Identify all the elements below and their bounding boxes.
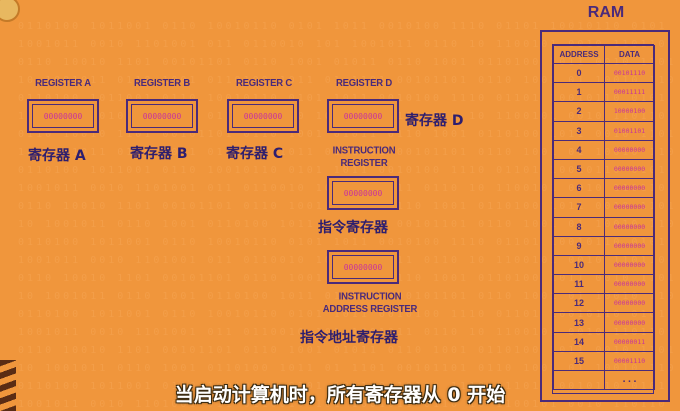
ram-address-cell: 7 (553, 197, 605, 218)
ram-address-cell: 15 (553, 350, 605, 372)
register-d-label: REGISTER D (335, 77, 393, 90)
ram-row: 8 00000000 (553, 216, 655, 237)
ram-address-header: ADDRESS (553, 45, 605, 64)
ram-data-cell: 00000000 (604, 312, 655, 333)
ram-data-cell: 00000000 (604, 216, 655, 237)
ram-row: 7 00000000 (553, 197, 655, 218)
ram-row: 5 00000000 (553, 158, 655, 180)
ram-data-cell: 00000000 (604, 235, 655, 256)
ram-address-cell: 5 (553, 158, 605, 180)
instruction-address-register-label: INSTRUCTION ADDRESS REGISTER (322, 290, 418, 316)
ram-data-cell: 00000000 (604, 139, 655, 160)
ram-data-cell: 00000000 (604, 158, 655, 180)
ram-row: 14 00000011 (553, 331, 655, 352)
register-a-label: REGISTER A (35, 77, 91, 90)
register-a-value: 00000000 (32, 104, 94, 128)
ram-row: 12 00000000 (553, 293, 655, 314)
ram-data-cell: 00011111 (604, 82, 655, 103)
ram-address-cell: 12 (553, 293, 605, 314)
ram-row: 3 01001101 (553, 120, 655, 141)
instruction-address-register-value: 00000000 (332, 255, 394, 279)
ram-row: 4 00000000 (553, 139, 655, 160)
ram-data-cell: 01001101 (604, 120, 655, 141)
ram-address-cell: 14 (553, 331, 605, 352)
instruction-register-value: 00000000 (332, 181, 394, 205)
ram-data-cell: 00000000 (604, 254, 655, 276)
instruction-address-register-cn-label: 指令地址寄存器 (300, 330, 398, 346)
register-a-box: 00000000 (27, 99, 99, 133)
ram-row: 15 00001110 (553, 350, 655, 372)
register-c-label: REGISTER C (235, 77, 293, 90)
ram-address-cell: 13 (553, 312, 605, 333)
ram-address-cell: 6 (553, 178, 605, 199)
ram-row: 13 00000000 (553, 312, 655, 333)
ram-data-cell: 00000000 (604, 197, 655, 218)
instruction-register-label: INSTRUCTION REGISTER (332, 144, 396, 170)
ram-row: 0 00101110 (553, 62, 655, 84)
ram-address-cell: 1 (553, 82, 605, 103)
instruction-address-register-box: 00000000 (327, 250, 399, 284)
ram-row: 9 00000000 (553, 235, 655, 256)
register-c-cn-label: 寄存器 C (226, 146, 284, 162)
ram-data-cell: 00000000 (604, 178, 655, 199)
register-b-cn-label: 寄存器 B (130, 146, 188, 162)
register-b-box: 00000000 (126, 99, 198, 133)
ram-data-header: DATA (604, 45, 655, 64)
ram-table: ADDRESS DATA 0 00101110 1 00011111 2 100001… (553, 45, 655, 391)
ram-address-cell: 4 (553, 139, 605, 160)
register-d-value: 00000000 (332, 104, 394, 128)
ram-row: 11 00000000 (553, 274, 655, 295)
register-b-value: 00000000 (131, 104, 193, 128)
ram-row: 1 00011111 (553, 82, 655, 103)
ram-address-cell: 8 (553, 216, 605, 237)
ram-address-cell: 3 (553, 120, 605, 141)
instruction-register-box: 00000000 (327, 176, 399, 210)
register-b-label: REGISTER B (133, 77, 191, 90)
ram-address-cell: 9 (553, 235, 605, 256)
ram-row: 10 00000000 (553, 254, 655, 276)
register-d-cn-label: 寄存器 D (405, 113, 464, 129)
ram-data-cell: 00000000 (604, 274, 655, 295)
video-subtitle: 当启动计算机时，所有寄存器从 0 开始 (174, 384, 506, 406)
ram-address-cell: 2 (553, 101, 605, 122)
register-d-box: 00000000 (327, 99, 399, 133)
ram-address-cell: 11 (553, 274, 605, 295)
ram-header-row: ADDRESS DATA (553, 45, 655, 64)
register-c-box: 00000000 (227, 99, 299, 133)
register-c-value: 00000000 (232, 104, 294, 128)
ram-data-cell: 10000100 (604, 101, 655, 122)
ram-data-cell: 00101110 (604, 62, 655, 84)
instruction-register-cn-label: 指令寄存器 (318, 220, 388, 236)
ram-data-cell: 00001110 (604, 350, 655, 372)
ram-title: RAM (587, 4, 625, 21)
ram-row: 6 00000000 (553, 178, 655, 199)
ram-data-cell: 00000000 (604, 293, 655, 314)
ram-row: 2 10000100 (553, 101, 655, 122)
register-a-cn-label: 寄存器 A (28, 148, 86, 164)
ram-data-cell: 00000011 (604, 331, 655, 352)
ram-address-cell: 0 (553, 62, 605, 84)
ram-address-cell: 10 (553, 254, 605, 276)
